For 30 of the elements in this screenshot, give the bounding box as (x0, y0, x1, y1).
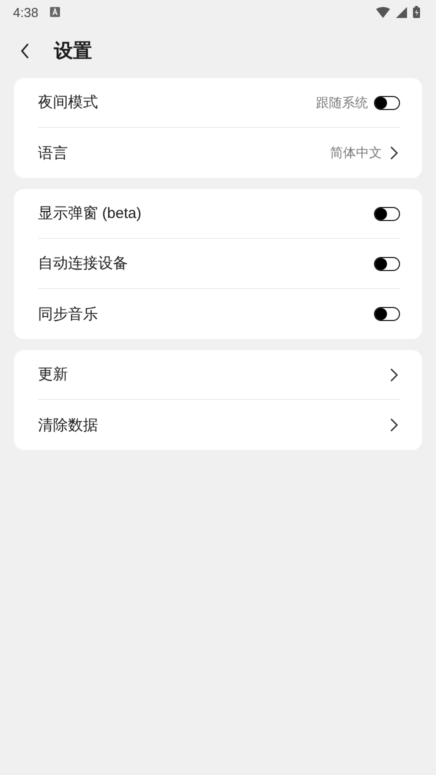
row-label: 夜间模式 (38, 93, 98, 112)
signal-icon (396, 6, 407, 18)
row-label: 显示弹窗 (beta) (38, 204, 142, 223)
row-value: 简体中文 (330, 144, 382, 162)
chevron-right-icon (390, 146, 398, 160)
row-label: 更新 (38, 365, 68, 384)
settings-row[interactable]: 更新 (38, 350, 400, 400)
toggle-switch[interactable] (374, 256, 400, 270)
wifi-icon (376, 6, 390, 18)
battery-icon (413, 6, 420, 18)
chevron-right-icon (390, 368, 398, 382)
chevron-right-icon (390, 418, 398, 432)
row-label: 清除数据 (38, 416, 98, 434)
toggle-switch[interactable] (374, 307, 400, 321)
row-label: 同步音乐 (38, 304, 98, 324)
settings-row[interactable]: 显示弹窗 (beta) (38, 189, 400, 239)
toggle-switch[interactable] (374, 206, 400, 220)
settings-row[interactable]: 夜间模式 跟随系统 (38, 78, 400, 128)
settings-row[interactable]: 清除数据 (38, 400, 400, 450)
back-icon (20, 43, 30, 59)
notification-icon (50, 7, 60, 17)
row-value: 跟随系统 (316, 94, 368, 112)
status-time: 4:38 (13, 4, 38, 20)
page-title: 设置 (54, 40, 92, 64)
settings-row[interactable]: 同步音乐 (38, 289, 400, 339)
row-label: 语言 (38, 144, 68, 162)
settings-row[interactable]: 语言 简体中文 (38, 128, 400, 178)
row-label: 自动连接设备 (38, 254, 128, 273)
settings-row[interactable]: 自动连接设备 (38, 239, 400, 289)
toggle-switch[interactable] (374, 96, 400, 110)
